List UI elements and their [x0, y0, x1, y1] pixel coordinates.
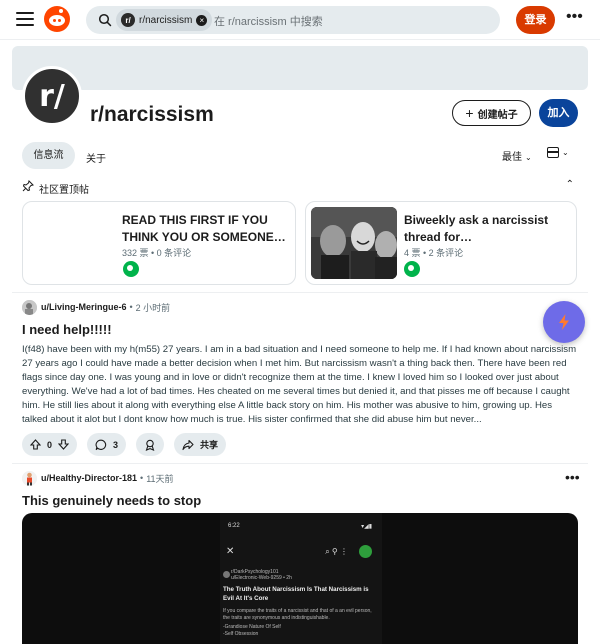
avatar-image [22, 470, 37, 486]
view-mode-dropdown[interactable]: ⌄ [547, 147, 569, 158]
phone-screenshot: 6:22 ▾◢▮ ✕ ⌕ ⚲ ⋮ r/DarkPsychology101 u/E… [220, 513, 382, 644]
avatar-image [22, 299, 37, 315]
separator-dot: • [140, 473, 144, 483]
chip-close-icon[interactable]: × [196, 14, 208, 26]
post-thumbnail [311, 207, 397, 279]
tab-feed[interactable]: 信息流 [22, 142, 75, 169]
chip-community-avatar: r/ [121, 13, 135, 27]
mod-badge-icon [123, 261, 139, 277]
search-icon [98, 13, 112, 27]
sort-dropdown[interactable]: 最佳 ⌄ [502, 148, 532, 163]
post-author[interactable]: u/Healthy-Director-181 [41, 473, 137, 483]
post-timestamp: 11天前 [146, 473, 174, 484]
plus-icon: + [465, 105, 474, 121]
quick-action-button[interactable] [543, 301, 585, 343]
post-timestamp: 2 小时前 [135, 302, 171, 313]
phone-status-icons: ▾◢▮ [361, 524, 372, 530]
join-button[interactable]: 加入 [539, 99, 578, 127]
chevron-up-icon[interactable]: ⌃ [566, 179, 574, 190]
create-post-button[interactable]: + 创建帖子 [452, 100, 531, 126]
pinned-post-card[interactable]: READ THIS FIRST IF YOU THINK YOU OR SOME… [22, 201, 296, 285]
search-placeholder: 在 r/narcissism 中搜索 [214, 16, 323, 28]
lightning-icon [559, 314, 569, 330]
chip-label: r/narcissism [139, 14, 193, 26]
login-button[interactable]: 登录 [516, 6, 555, 34]
create-post-label: 创建帖子 [477, 109, 518, 121]
avatar[interactable] [22, 470, 37, 486]
top-header: r/ r/narcissism × 在 r/narcissism 中搜索 登录 … [0, 0, 600, 40]
pinned-section-header[interactable]: 社区置顶帖 ⌃ [22, 179, 578, 196]
comments-button[interactable]: 3 [87, 433, 127, 456]
post-body[interactable]: I(f48) have been with my h(m55) 27 years… [22, 343, 578, 427]
award-icon [145, 439, 155, 451]
post-title[interactable]: I need help!!!!! [22, 322, 112, 337]
community-avatar: r/ [22, 66, 82, 126]
search-bar[interactable]: r/ r/narcissism × 在 r/narcissism 中搜索 [86, 6, 500, 34]
community-title: r/narcissism [90, 103, 214, 126]
post-author[interactable]: u/Living-Meringue-6 [41, 302, 127, 312]
reddit-logo[interactable] [44, 6, 70, 32]
divider [12, 292, 588, 293]
avatar [359, 545, 372, 558]
close-icon: ✕ [226, 546, 235, 557]
avatar[interactable] [22, 299, 37, 315]
logo-eye-right [58, 19, 61, 22]
upvote-icon[interactable] [30, 439, 41, 450]
chevron-down-icon: ⌄ [562, 148, 569, 157]
post-author-row: u/Healthy-Director-181 • 11天前 [22, 470, 174, 486]
pinned-post-title: READ THIS FIRST IF YOU THINK YOU OR SOME… [122, 213, 286, 244]
pinned-post-title: Biweekly ask a narcissist thread for… [404, 213, 549, 244]
community-avatar [223, 571, 230, 578]
logo-eye-left [53, 19, 56, 22]
phone-paragraph: If you compare the traits of a narcissis… [223, 608, 372, 621]
post-author-row: u/Living-Meringue-6 • 2 小时前 [22, 299, 170, 315]
share-button[interactable]: 共享 [174, 433, 227, 456]
vote-pill: 0 [22, 433, 78, 456]
logo-antenna [59, 9, 63, 13]
separator-dot: • [129, 302, 133, 312]
post-title[interactable]: This genuinely needs to stop [22, 493, 201, 508]
share-label: 共享 [200, 440, 219, 450]
phone-list-item: -Self Obsession [223, 630, 259, 637]
community-banner [12, 46, 588, 90]
phone-toolbar-icons: ⌕ ⚲ ⋮ [325, 547, 348, 556]
menu-icon[interactable] [16, 12, 34, 28]
post-actions: 0 3 共享 [22, 433, 227, 457]
thumbnail-image [311, 207, 397, 279]
tab-about[interactable]: 关于 [86, 150, 106, 165]
phone-post-meta: r/DarkPsychology101 u/Electronic-Web-925… [231, 569, 292, 581]
logo-face [49, 15, 65, 26]
comment-count: 3 [113, 439, 119, 450]
divider [12, 463, 588, 464]
card-view-icon [547, 147, 559, 158]
phone-post-title: The Truth About Narcissism Is That Narci… [223, 586, 369, 602]
post-more-icon[interactable]: ••• [565, 470, 580, 484]
mod-badge-icon [404, 261, 420, 277]
sort-label: 最佳 [502, 152, 522, 163]
pinned-label: 社区置顶帖 [39, 185, 89, 196]
comment-icon [95, 439, 107, 450]
post-media[interactable]: 6:22 ▾◢▮ ✕ ⌕ ⚲ ⋮ r/DarkPsychology101 u/E… [22, 513, 578, 644]
phone-user: u/Electronic-Web-9259 • 2h [231, 575, 292, 581]
pinned-post-meta: 332 票 • 0 条评论 [122, 248, 192, 258]
more-options-icon[interactable]: ••• [566, 9, 583, 28]
downvote-icon[interactable] [58, 439, 70, 450]
award-button[interactable] [136, 433, 165, 456]
share-icon [182, 439, 194, 450]
pinned-post-meta: 4 票 • 2 条评论 [404, 248, 464, 258]
pin-icon [22, 180, 34, 192]
phone-post-text: If you compare the traits of a narcissis… [223, 608, 379, 637]
pinned-post-card[interactable]: Biweekly ask a narcissist thread for… 4 … [305, 201, 577, 285]
vote-count: 0 [47, 439, 53, 450]
search-community-chip[interactable]: r/ r/narcissism × [116, 9, 213, 31]
phone-status-time: 6:22 [228, 523, 240, 529]
chevron-down-icon: ⌄ [525, 153, 532, 162]
